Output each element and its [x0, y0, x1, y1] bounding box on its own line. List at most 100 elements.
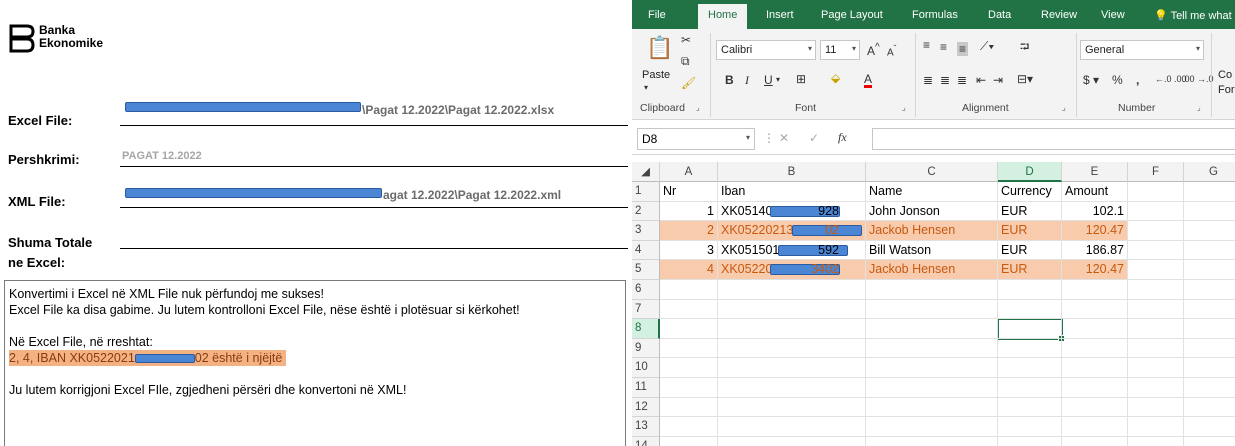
cell-a3[interactable]: 2 [660, 221, 718, 241]
cell-c14[interactable] [866, 436, 998, 446]
fill-color-icon[interactable]: ⬙ [831, 71, 840, 85]
cell-c5[interactable]: Jackob Hensen [866, 260, 998, 280]
cell-f2[interactable] [1128, 201, 1184, 222]
row-header-4[interactable]: 4 [632, 240, 660, 261]
decrease-decimal-button[interactable]: .00 →.0 [1182, 74, 1214, 84]
borders-icon[interactable]: ⊞ [796, 72, 806, 86]
cell-d11[interactable] [998, 378, 1062, 398]
align-center-icon[interactable]: ≣ [940, 73, 950, 87]
cell-d9[interactable] [998, 338, 1062, 359]
number-format-select[interactable]: General ▾ [1080, 40, 1204, 60]
cell-e7[interactable] [1062, 299, 1128, 320]
increase-indent-icon[interactable]: ⇥ [993, 73, 1003, 87]
cell-a8[interactable] [660, 319, 718, 339]
select-all-corner[interactable]: ◢ [632, 162, 660, 182]
cell-g13[interactable] [1184, 417, 1235, 437]
cell-b3[interactable]: XK05220213 02 [718, 221, 866, 241]
column-header-c[interactable]: C [866, 162, 998, 182]
cell-c12[interactable] [866, 397, 998, 418]
cell-d13[interactable] [998, 417, 1062, 437]
underline-dropdown-icon[interactable]: ▾ [776, 75, 780, 84]
tab-review[interactable]: Review [1041, 9, 1077, 21]
cell-b9[interactable] [718, 338, 866, 359]
cell-g11[interactable] [1184, 378, 1235, 398]
cell-e10[interactable] [1062, 358, 1128, 378]
row-header-14[interactable]: 14 [632, 436, 660, 446]
row-header-5[interactable]: 5 [632, 260, 660, 280]
cell-e1[interactable]: Amount [1062, 182, 1128, 202]
align-middle-icon[interactable]: ≡ [940, 40, 947, 54]
cell-d12[interactable] [998, 397, 1062, 418]
cell-g9[interactable] [1184, 339, 1235, 359]
cell-g10[interactable] [1184, 358, 1235, 378]
cell-a1[interactable]: Nr [660, 182, 718, 202]
row-header-11[interactable]: 11 [632, 378, 660, 398]
copy-icon[interactable]: ⧉ [681, 54, 690, 69]
cell-e8[interactable] [1062, 319, 1128, 339]
cell-f4[interactable] [1128, 240, 1184, 261]
cell-d3[interactable]: EUR [998, 221, 1062, 241]
cell-e5[interactable]: 120.47 [1062, 260, 1128, 280]
cell-d6[interactable] [998, 280, 1062, 300]
cell-f11[interactable] [1128, 378, 1184, 398]
align-right-icon[interactable]: ≣ [957, 73, 967, 87]
tab-file[interactable]: File [648, 9, 666, 21]
cell-b13[interactable] [718, 417, 866, 437]
tab-page-layout[interactable]: Page Layout [821, 9, 883, 21]
cell-g6[interactable] [1184, 280, 1235, 300]
row-header-6[interactable]: 6 [632, 280, 660, 300]
cell-f5[interactable] [1128, 260, 1184, 280]
cell-g3[interactable] [1184, 221, 1235, 241]
conditional-formatting-label[interactable]: Co [1218, 69, 1232, 81]
row-header-13[interactable]: 13 [632, 417, 660, 437]
row-header-2[interactable]: 2 [632, 201, 660, 222]
paste-button[interactable]: Paste [642, 69, 670, 81]
cell-g12[interactable] [1184, 398, 1235, 418]
number-launcher-icon[interactable]: ⌟ [1197, 103, 1201, 112]
underline-button[interactable]: U [764, 73, 773, 87]
cell-c6[interactable] [866, 280, 998, 300]
column-header-a[interactable]: A [660, 162, 718, 182]
column-header-e[interactable]: E [1062, 162, 1128, 182]
cell-e2[interactable]: 102.1 [1062, 201, 1128, 222]
cell-a12[interactable] [660, 397, 718, 418]
formula-input[interactable] [872, 128, 1235, 150]
cell-c3[interactable]: Jackob Hensen [866, 221, 998, 241]
orientation-icon[interactable]: ⟋▾ [980, 39, 994, 54]
cell-f14[interactable] [1128, 436, 1184, 446]
row-header-3[interactable]: 3 [632, 221, 660, 241]
italic-button[interactable]: I [745, 73, 749, 88]
cell-c7[interactable] [866, 299, 998, 320]
cell-e13[interactable] [1062, 417, 1128, 437]
font-name-select[interactable]: Calibri ▾ [716, 40, 816, 60]
excel-file-path[interactable]: \Pagat 12.2022\Pagat 12.2022.xlsx [362, 103, 554, 117]
cell-e6[interactable] [1062, 280, 1128, 300]
cell-e3[interactable]: 120.47 [1062, 221, 1128, 241]
name-box[interactable]: D8 ▾ [637, 128, 755, 150]
cancel-icon[interactable]: ✕ [779, 131, 789, 145]
cell-b11[interactable] [718, 378, 866, 398]
cell-c4[interactable]: Bill Watson [866, 240, 998, 261]
cell-b12[interactable] [718, 397, 866, 418]
cell-c8[interactable] [866, 319, 998, 339]
cell-d7[interactable] [998, 299, 1062, 320]
merge-center-icon[interactable]: ⊟▾ [1017, 72, 1033, 86]
wrap-text-icon[interactable]: ⮒ [1020, 38, 1029, 59]
cell-f8[interactable] [1128, 319, 1184, 339]
cell-f9[interactable] [1128, 338, 1184, 359]
cell-f10[interactable] [1128, 358, 1184, 378]
cell-a6[interactable] [660, 280, 718, 300]
cell-a13[interactable] [660, 417, 718, 437]
cell-g7[interactable] [1184, 300, 1235, 320]
alignment-launcher-icon[interactable]: ⌟ [1062, 103, 1066, 112]
row-header-8[interactable]: 8 [632, 319, 660, 339]
cell-f6[interactable] [1128, 280, 1184, 300]
cell-b5[interactable]: XK05220 3402 [718, 260, 866, 280]
row-header-12[interactable]: 12 [632, 397, 660, 418]
cell-b14[interactable] [718, 436, 866, 446]
cell-f7[interactable] [1128, 299, 1184, 320]
cell-e14[interactable] [1062, 436, 1128, 446]
tab-data[interactable]: Data [988, 9, 1011, 21]
cell-c2[interactable]: John Jonson [866, 201, 998, 222]
column-header-f[interactable]: F [1128, 162, 1184, 182]
